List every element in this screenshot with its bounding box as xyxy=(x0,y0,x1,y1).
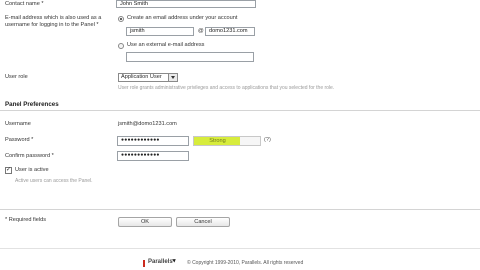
confirm-password-label: Confirm password * xyxy=(5,153,54,159)
section-divider xyxy=(0,110,480,111)
user-active-hint: Active users can access the Panel. xyxy=(15,178,93,184)
panel-preferences-heading: Panel Preferences xyxy=(5,101,59,108)
email-label-line2: username for logging in to the Panel * xyxy=(5,22,99,28)
user-role-hint: User role grants administrative privileg… xyxy=(118,85,335,91)
cancel-button[interactable]: Cancel xyxy=(176,217,230,227)
footer-divider xyxy=(0,248,480,249)
email-local-part-input[interactable]: jsmith xyxy=(126,27,194,36)
user-role-select[interactable]: Application User xyxy=(118,73,178,82)
contact-name-input[interactable]: John Smith xyxy=(116,0,256,8)
user-active-checkbox[interactable]: ✓ xyxy=(5,167,12,174)
external-email-option-label[interactable]: Use an external e-mail address xyxy=(127,42,204,49)
copyright-text: © Copyright 1999-2010, Parallels. All ri… xyxy=(187,260,304,266)
ok-button[interactable]: OK xyxy=(118,217,172,227)
at-symbol: @ xyxy=(198,28,204,34)
email-label-line1: E-mail address which is also used as a xyxy=(5,15,102,21)
user-role-selected: Application User xyxy=(121,74,162,80)
external-email-input[interactable] xyxy=(126,52,254,62)
username-value: jsmith@domo1231.com xyxy=(118,121,177,127)
password-strength-meter: Strong xyxy=(193,136,261,146)
create-email-option-label[interactable]: Create an email address under your accou… xyxy=(127,15,237,22)
user-active-label[interactable]: User is active xyxy=(15,167,49,174)
actions-divider xyxy=(0,209,480,210)
checkmark-icon: ✓ xyxy=(6,167,12,173)
confirm-password-input[interactable]: ●●●●●●●●●●●● xyxy=(117,151,189,161)
contact-name-label: Contact name * xyxy=(5,1,44,7)
username-label: Username xyxy=(5,121,31,127)
external-email-radio[interactable] xyxy=(118,43,124,49)
email-domain-select[interactable]: domo1231.com xyxy=(205,27,255,36)
password-help-icon[interactable]: (?) xyxy=(264,137,271,144)
password-input[interactable]: ●●●●●●●●●●●● xyxy=(117,136,189,146)
create-email-radio[interactable] xyxy=(118,16,124,22)
password-strength-label: Strong xyxy=(209,138,226,144)
password-label: Password * xyxy=(5,137,34,143)
user-role-label: User role xyxy=(5,74,28,80)
required-fields-note: * Required fields xyxy=(5,217,47,223)
chevron-down-icon xyxy=(168,74,177,81)
parallels-logo-icon xyxy=(143,260,145,267)
parallels-brand-link[interactable]: Parallels xyxy=(148,259,173,265)
